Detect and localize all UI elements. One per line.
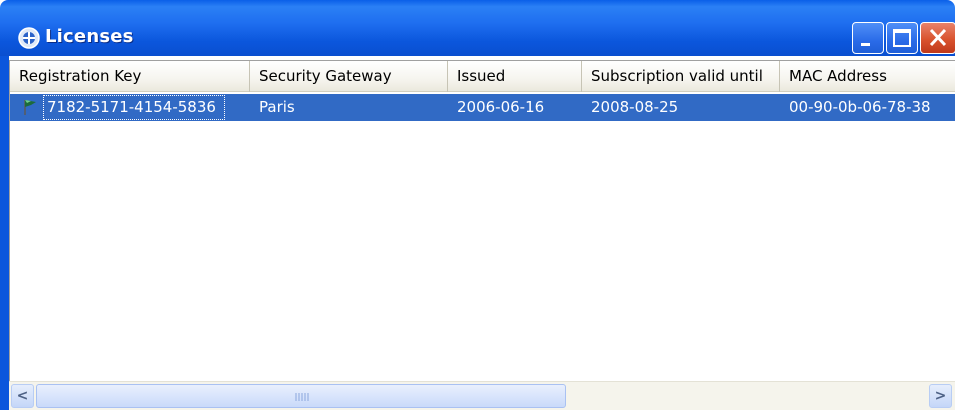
title-bar[interactable]: Licenses — [0, 0, 955, 56]
licenses-list[interactable]: Registration Key Security Gateway Issued… — [9, 60, 955, 410]
flag-icon — [24, 100, 36, 115]
grip-icon — [295, 393, 309, 401]
list-header: Registration Key Security Gateway Issued… — [10, 61, 955, 92]
minimize-button[interactable] — [852, 22, 884, 54]
close-button[interactable] — [920, 22, 955, 54]
licenses-icon — [18, 27, 40, 49]
horizontal-scrollbar[interactable]: < > — [9, 381, 955, 410]
close-icon — [929, 28, 947, 47]
cell-security-gateway: Paris — [259, 98, 295, 116]
maximize-icon — [893, 29, 911, 47]
cell-registration-key: 7182-5171-4154-5836 — [47, 98, 216, 116]
table-row[interactable]: 7182-5171-4154-5836 Paris 2006-06-16 200… — [10, 94, 955, 121]
window-title: Licenses — [45, 26, 134, 47]
cell-mac-address: 00-90-0b-06-78-38 — [789, 98, 931, 116]
scroll-thumb[interactable] — [36, 384, 566, 408]
scroll-left-button[interactable]: < — [11, 384, 34, 408]
minimize-icon — [861, 43, 870, 46]
window-frame-left — [0, 56, 9, 410]
column-header-issued[interactable]: Issued — [448, 61, 582, 92]
cell-valid-until: 2008-08-25 — [591, 98, 679, 116]
maximize-button[interactable] — [886, 22, 918, 54]
licenses-window: Licenses Registration Key Security Gatew… — [0, 0, 955, 410]
column-header-registration-key[interactable]: Registration Key — [10, 61, 250, 92]
column-header-security-gateway[interactable]: Security Gateway — [250, 61, 448, 92]
cell-issued: 2006-06-16 — [457, 98, 545, 116]
column-header-valid-until[interactable]: Subscription valid until — [582, 61, 780, 92]
column-header-mac-address[interactable]: MAC Address — [780, 61, 955, 92]
scroll-right-button[interactable]: > — [929, 384, 952, 408]
